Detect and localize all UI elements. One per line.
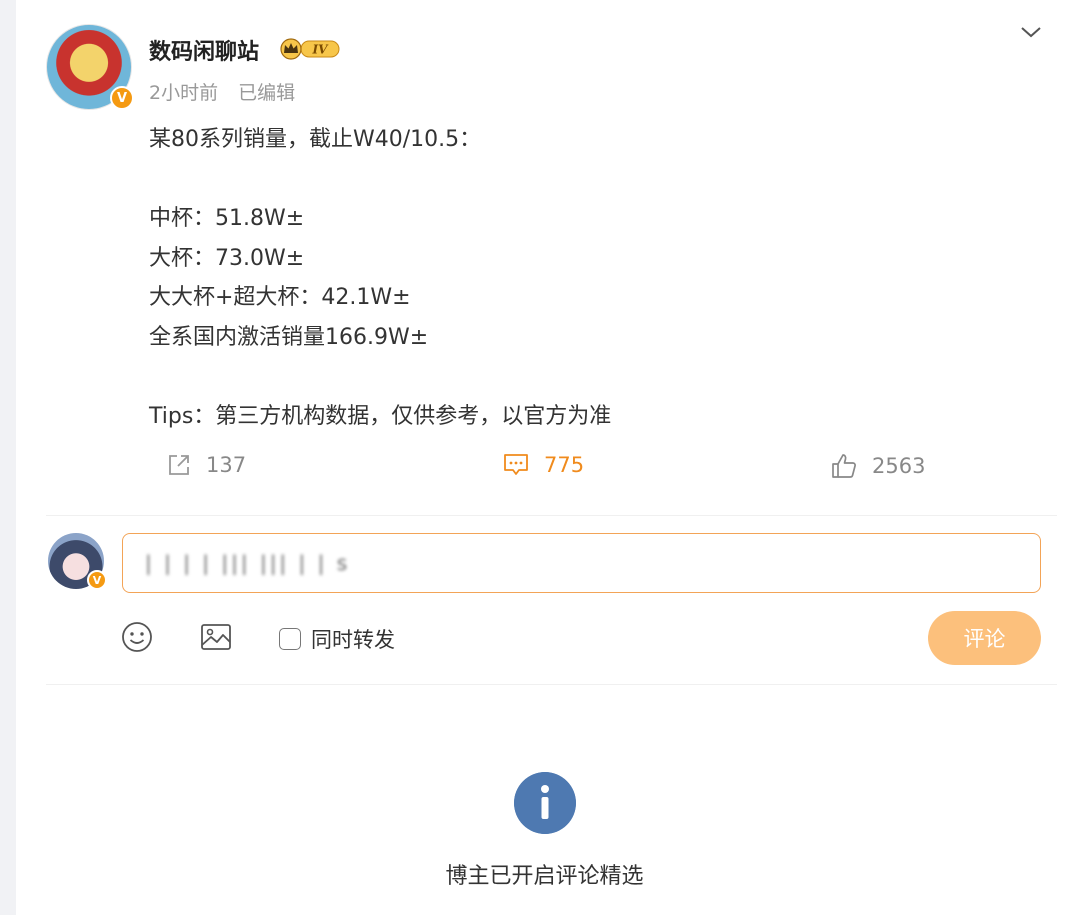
emoji-icon[interactable] <box>120 620 154 654</box>
repost-checkbox[interactable]: 同时转发 <box>279 624 395 654</box>
image-upload-icon[interactable] <box>199 620 233 654</box>
comment-input[interactable]: | | | | ||| ||| | | s <box>122 533 1041 593</box>
comment-selection-notice: 博主已开启评论精选 <box>445 864 644 889</box>
edited-label[interactable]: 已编辑 <box>238 82 295 104</box>
my-verified-icon: V <box>87 570 107 590</box>
post-meta: 2小时前 已编辑 <box>149 78 295 105</box>
level-badge-text: IV <box>312 43 330 57</box>
post-time[interactable]: 2小时前 <box>149 82 218 104</box>
level-badge-icon: IV <box>280 38 340 60</box>
thumbs-up-icon <box>832 454 856 478</box>
post-content: 某80系列销量，截止W40/10.5： 中杯：51.8W± 大杯：73.0W± … <box>149 127 612 429</box>
info-icon <box>514 772 576 834</box>
author-avatar[interactable]: V <box>46 24 134 110</box>
comment-input-value: | | | | ||| ||| | | s <box>145 551 351 575</box>
like-button[interactable]: 2563 <box>830 452 925 480</box>
checkbox-icon[interactable] <box>279 628 301 650</box>
repost-button[interactable]: 137 <box>166 452 246 478</box>
like-count: 2563 <box>872 454 926 478</box>
repost-count: 137 <box>206 453 247 477</box>
comment-submit-button[interactable]: 评论 <box>928 611 1041 665</box>
weibo-post-card: V 数码闲聊站 IV 2小时前 已编辑 某80系列销量，截止W40/10.5： … <box>16 0 1073 915</box>
repost-checkbox-label: 同时转发 <box>311 628 395 652</box>
comment-icon <box>504 454 528 475</box>
chevron-down-icon[interactable] <box>1019 22 1043 42</box>
verified-icon: V <box>110 86 134 110</box>
repost-icon <box>169 455 189 475</box>
author-name[interactable]: 数码闲聊站 <box>149 34 259 66</box>
divider <box>46 684 1057 685</box>
divider <box>46 515 1057 516</box>
my-avatar[interactable]: V <box>48 533 107 590</box>
comment-button[interactable]: 775 <box>502 452 584 478</box>
comment-count: 775 <box>544 453 585 477</box>
